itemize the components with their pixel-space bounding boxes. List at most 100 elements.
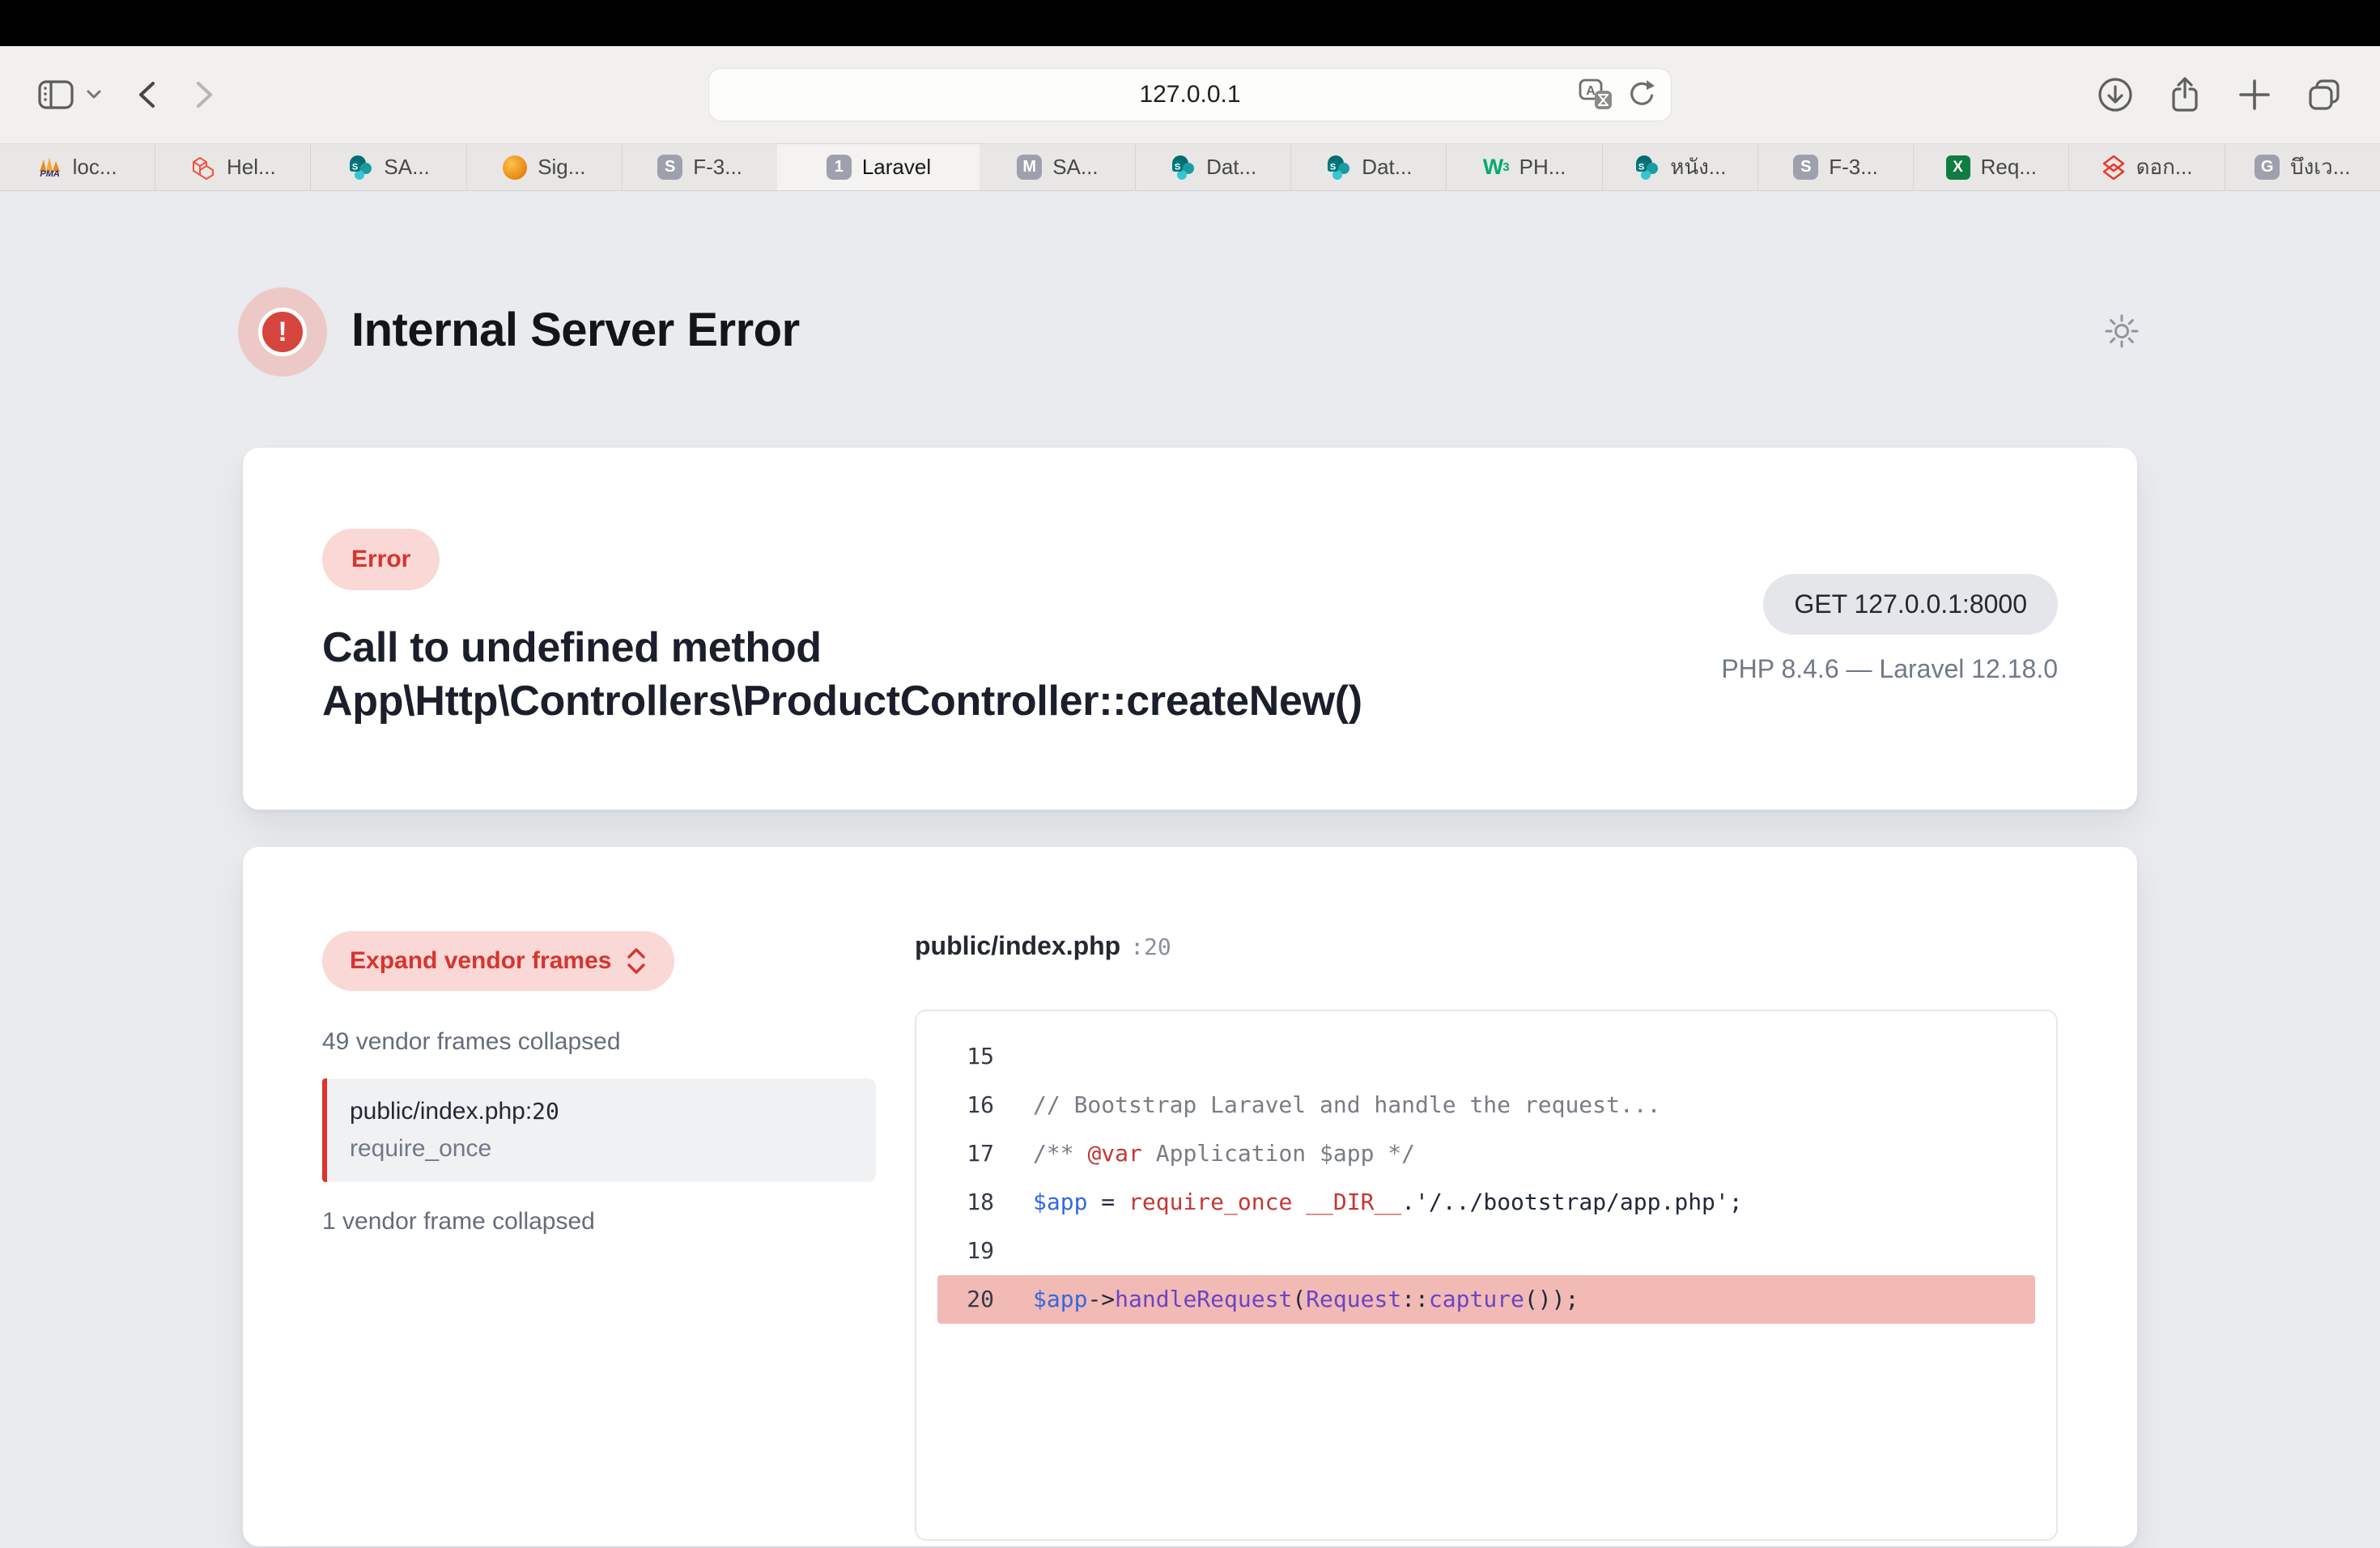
code-line-17: 17 /** @var Application $app */ [937,1129,2035,1178]
sidebar-toggle-button[interactable] [37,78,74,112]
line-number: 17 [937,1129,994,1178]
expand-vendor-frames-button[interactable]: Expand vendor frames [322,931,674,991]
w3schools-icon: W3 [1483,155,1509,180]
frame-method: require_once [350,1135,853,1163]
page-title: Internal Server Error [351,303,800,357]
reload-icon[interactable] [1626,79,1658,111]
code-snippet: 1516// Bootstrap Laravel and handle the … [915,1010,2058,1541]
chevron-down-icon [86,88,102,101]
tab-7[interactable]: M SA... [980,144,1135,190]
svg-text:S: S [352,162,358,172]
sidebar-menu-chevron-button[interactable] [86,88,102,101]
letter-favicon: S [657,155,682,180]
svg-text:A: A [1586,84,1596,98]
back-button[interactable] [134,79,159,110]
request-meta: GET 127.0.0.1:8000 PHP 8.4.6 — Laravel 1… [1721,574,2058,684]
tab-9[interactable]: SDat... [1290,144,1446,190]
letter-favicon: 1 [827,155,852,180]
tabs-overview-icon [2306,76,2343,113]
error-header-icon: ! [238,287,327,376]
tab-12[interactable]: SF-3... [1757,144,1913,190]
code-line-16: 16// Bootstrap Laravel and handle the re… [937,1081,2035,1129]
tab-15[interactable]: G บึงเว... [2225,144,2380,190]
tab-3[interactable]: S SA... [310,144,465,190]
forward-button[interactable] [193,79,217,110]
code-line-15: 15 [937,1032,2035,1081]
svg-text:S: S [1175,162,1180,172]
sharepoint-icon: S [1325,155,1351,181]
code-text: $app->handleRequest(Request::capture()); [1033,1275,1579,1324]
expand-vendor-frames-label: Expand vendor frames [350,947,611,975]
error-message-line2: App\Http\Controllers\ProductController::… [322,674,1362,728]
tab-label: Hel... [227,155,276,180]
collapsed-frames-bottom-label: 1 vendor frame collapsed [322,1208,876,1235]
tab-5[interactable]: S F-3... [622,144,777,190]
tab-4[interactable]: Sig... [466,144,622,190]
code-file-header: public/index.php :20 [915,931,2058,961]
svg-text:S: S [1638,162,1644,172]
theme-toggle-button[interactable] [2102,311,2142,351]
macos-menu-bar [0,0,2380,46]
download-icon [2097,76,2134,113]
tab-label: Laravel [862,155,931,180]
code-column: public/index.php :20 1516// Bootstrap Lar… [915,931,2058,1541]
browser-toolbar: 127.0.0.1 A [0,46,2380,143]
toolbar-left-group [37,78,217,112]
line-number: 15 [937,1032,994,1081]
stack-frame-item[interactable]: public/index.php:20 require_once [322,1078,876,1182]
share-icon [2166,76,2204,113]
code-text: $app = require_once __DIR__.'/../bootstr… [1033,1178,1743,1227]
plus-icon [2236,76,2273,113]
error-type-badge: Error [322,529,440,590]
excel-icon: X [1946,155,1970,180]
code-line-19: 19 [937,1227,2035,1275]
tab-11[interactable]: S หนัง... [1602,144,1757,190]
collapsed-frames-top-label: 49 vendor frames collapsed [322,1028,876,1056]
sharepoint-icon: S [1634,155,1660,181]
code-line-ref: :20 [1130,933,1171,960]
tab-label: F-3... [693,155,742,180]
forward-icon [193,79,217,110]
request-method-badge: GET 127.0.0.1:8000 [1763,574,2058,635]
translate-icon[interactable]: A [1579,77,1614,113]
line-number: 19 [937,1227,994,1275]
tab-13[interactable]: X Req... [1913,144,2068,190]
letter-favicon: S [1793,155,1818,180]
sharepoint-icon: S [1170,155,1196,181]
tab-bar: PMAloc...Hel...SSA...Sig...SF-3...1Larav… [0,143,2380,191]
code-line-18: 18 $app = require_once __DIR__.'/../boots… [937,1178,2035,1227]
tab-1[interactable]: PMAloc... [0,144,155,190]
tab-label: Req... [1981,155,2037,180]
url-bar-icons: A [1579,77,1658,113]
code-file-name: public/index.php [915,931,1120,960]
code-line-20-highlighted: 20$app->handleRequest(Request::capture()… [937,1275,2035,1324]
tab-2[interactable]: Hel... [155,144,310,190]
tab-label: ดอก... [2136,151,2193,184]
letter-favicon: M [1017,155,1042,180]
line-number: 18 [937,1178,994,1227]
code-text: /** @var Application $app */ [1033,1129,1415,1178]
tab-label: บึงเว... [2290,151,2350,184]
orange-ball-icon [503,155,527,180]
tab-label: SA... [384,155,429,180]
tab-label: หนัง... [1670,151,1726,184]
share-button[interactable] [2166,76,2204,113]
tab-label: SA... [1052,155,1098,180]
tab-10[interactable]: W3PH... [1446,144,1601,190]
exclamation-icon: ! [258,308,307,356]
environment-versions: PHP 8.4.6 — Laravel 12.18.0 [1721,654,2058,684]
laravel-icon [190,155,216,181]
letter-favicon: G [2255,155,2280,180]
error-message: Call to undefined method App\Http\Contro… [322,621,1362,728]
downloads-button[interactable] [2097,76,2134,113]
tab-label: loc... [73,155,117,180]
new-tab-button[interactable] [2236,76,2273,113]
tab-8[interactable]: S Dat... [1135,144,1290,190]
tab-14[interactable]: ดอก... [2068,144,2224,190]
tab-6-active[interactable]: 1 Laravel [777,144,980,190]
line-number: 16 [937,1081,994,1129]
url-bar[interactable]: 127.0.0.1 A [708,68,1672,121]
frames-column: Expand vendor frames 49 vendor frames co… [322,931,876,1235]
tab-overview-button[interactable] [2306,76,2343,113]
tab-label: Dat... [1206,155,1256,180]
